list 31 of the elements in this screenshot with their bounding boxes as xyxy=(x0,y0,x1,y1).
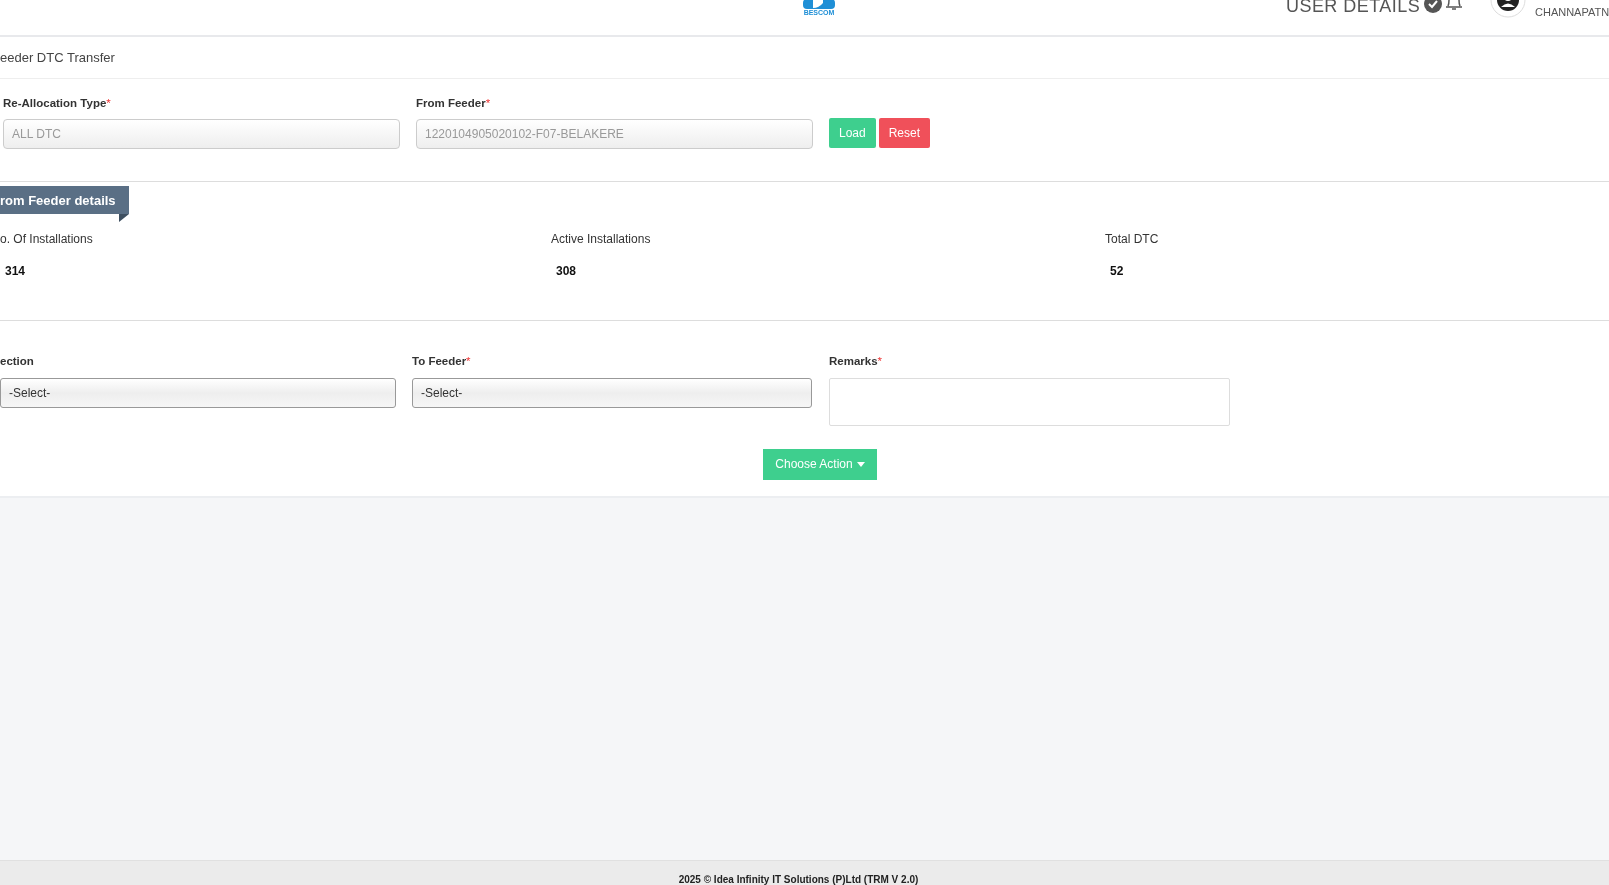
reset-button[interactable]: Reset xyxy=(878,118,931,149)
field-label: Re-Allocation Type xyxy=(3,96,107,111)
required-asterisk: * xyxy=(466,354,471,370)
required-asterisk: * xyxy=(485,96,491,111)
text-field[interactable]: 1220104905020102-F07-BELAKERE xyxy=(416,119,813,150)
stat-label: o. Of Installations xyxy=(0,231,94,249)
ribbon-fold-icon xyxy=(119,214,129,223)
required-asterisk: * xyxy=(106,96,111,111)
section-ribbon: rom Feeder details xyxy=(0,186,129,215)
stat-label: Active Installations xyxy=(551,231,652,249)
stat-value: 52 xyxy=(1109,263,1125,281)
stat-value: 308 xyxy=(555,263,578,281)
field-label: Remarks xyxy=(829,354,878,370)
stat-label: Total DTC xyxy=(1105,231,1160,249)
footer-copyright: 2025 © Idea Infinity IT Solutions (P)Ltd (TRM V 2.0) xyxy=(678,874,919,885)
user-details-menu[interactable]: USER DETAILS xyxy=(1286,0,1421,15)
field-label: ection xyxy=(0,354,34,370)
page-title: eeder DTC Transfer xyxy=(0,48,115,67)
caret-icon xyxy=(856,461,865,467)
select-dropdown[interactable]: -Select- xyxy=(0,377,396,408)
required-asterisk: * xyxy=(877,354,883,370)
user-location: CHANNAPATN xyxy=(1535,5,1609,20)
remarks-field[interactable] xyxy=(829,377,1230,426)
field-label: To Feeder xyxy=(412,354,467,370)
select-dropdown[interactable]: -Select- xyxy=(412,377,812,408)
choose-action-button[interactable]: Choose Action xyxy=(763,448,877,480)
field-label: From Feeder xyxy=(416,96,486,111)
stat-value: 314 xyxy=(4,263,27,281)
text-field[interactable]: ALL DTC xyxy=(3,119,400,150)
bell-icon[interactable] xyxy=(1444,0,1464,10)
load-button[interactable]: Load xyxy=(829,118,876,149)
